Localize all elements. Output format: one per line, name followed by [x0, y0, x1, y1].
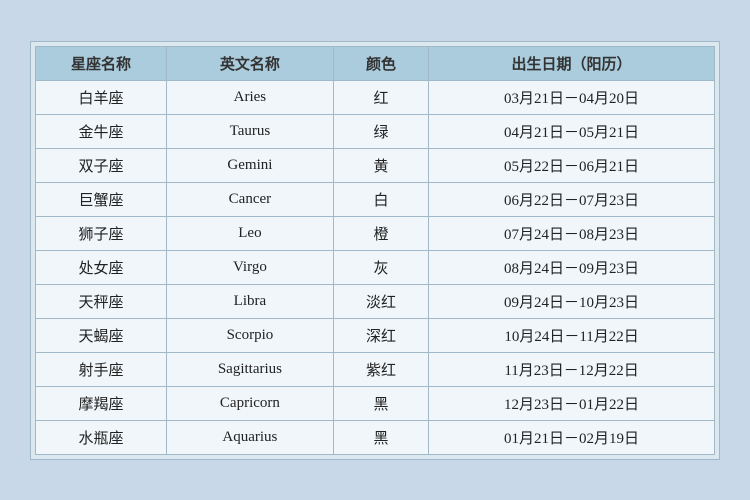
header-chinese-name: 星座名称	[36, 46, 167, 80]
cell-chinese-name: 水瓶座	[36, 420, 167, 454]
zodiac-table-container: 星座名称 英文名称 颜色 出生日期（阳历） 白羊座Aries红03月21日－04…	[30, 41, 720, 460]
cell-english-name: Virgo	[167, 250, 334, 284]
cell-english-name: Libra	[167, 284, 334, 318]
cell-color: 黄	[333, 148, 428, 182]
table-body: 白羊座Aries红03月21日－04月20日金牛座Taurus绿04月21日－0…	[36, 80, 715, 454]
table-row: 天秤座Libra淡红09月24日－10月23日	[36, 284, 715, 318]
cell-chinese-name: 天秤座	[36, 284, 167, 318]
table-row: 天蝎座Scorpio深红10月24日－11月22日	[36, 318, 715, 352]
cell-english-name: Aquarius	[167, 420, 334, 454]
cell-chinese-name: 白羊座	[36, 80, 167, 114]
header-english-name: 英文名称	[167, 46, 334, 80]
cell-english-name: Sagittarius	[167, 352, 334, 386]
cell-dates: 03月21日－04月20日	[429, 80, 715, 114]
table-row: 金牛座Taurus绿04月21日－05月21日	[36, 114, 715, 148]
table-row: 狮子座Leo橙07月24日－08月23日	[36, 216, 715, 250]
cell-dates: 12月23日－01月22日	[429, 386, 715, 420]
table-row: 摩羯座Capricorn黑12月23日－01月22日	[36, 386, 715, 420]
cell-color: 紫红	[333, 352, 428, 386]
cell-color: 黑	[333, 386, 428, 420]
cell-dates: 07月24日－08月23日	[429, 216, 715, 250]
cell-dates: 09月24日－10月23日	[429, 284, 715, 318]
table-header-row: 星座名称 英文名称 颜色 出生日期（阳历）	[36, 46, 715, 80]
cell-dates: 06月22日－07月23日	[429, 182, 715, 216]
cell-color: 白	[333, 182, 428, 216]
cell-color: 橙	[333, 216, 428, 250]
cell-color: 灰	[333, 250, 428, 284]
cell-chinese-name: 处女座	[36, 250, 167, 284]
cell-chinese-name: 巨蟹座	[36, 182, 167, 216]
cell-chinese-name: 金牛座	[36, 114, 167, 148]
cell-dates: 01月21日－02月19日	[429, 420, 715, 454]
cell-dates: 10月24日－11月22日	[429, 318, 715, 352]
cell-english-name: Capricorn	[167, 386, 334, 420]
cell-chinese-name: 双子座	[36, 148, 167, 182]
cell-english-name: Leo	[167, 216, 334, 250]
cell-english-name: Scorpio	[167, 318, 334, 352]
cell-chinese-name: 射手座	[36, 352, 167, 386]
cell-dates: 08月24日－09月23日	[429, 250, 715, 284]
cell-chinese-name: 摩羯座	[36, 386, 167, 420]
header-color: 颜色	[333, 46, 428, 80]
table-row: 巨蟹座Cancer白06月22日－07月23日	[36, 182, 715, 216]
table-row: 白羊座Aries红03月21日－04月20日	[36, 80, 715, 114]
table-row: 处女座Virgo灰08月24日－09月23日	[36, 250, 715, 284]
table-row: 水瓶座Aquarius黑01月21日－02月19日	[36, 420, 715, 454]
cell-color: 绿	[333, 114, 428, 148]
cell-chinese-name: 天蝎座	[36, 318, 167, 352]
cell-english-name: Taurus	[167, 114, 334, 148]
cell-color: 深红	[333, 318, 428, 352]
header-dates: 出生日期（阳历）	[429, 46, 715, 80]
zodiac-table: 星座名称 英文名称 颜色 出生日期（阳历） 白羊座Aries红03月21日－04…	[35, 46, 715, 455]
cell-color: 淡红	[333, 284, 428, 318]
cell-dates: 05月22日－06月21日	[429, 148, 715, 182]
cell-chinese-name: 狮子座	[36, 216, 167, 250]
cell-english-name: Aries	[167, 80, 334, 114]
table-row: 双子座Gemini黄05月22日－06月21日	[36, 148, 715, 182]
cell-dates: 11月23日－12月22日	[429, 352, 715, 386]
cell-color: 红	[333, 80, 428, 114]
table-row: 射手座Sagittarius紫红11月23日－12月22日	[36, 352, 715, 386]
cell-english-name: Gemini	[167, 148, 334, 182]
cell-english-name: Cancer	[167, 182, 334, 216]
cell-color: 黑	[333, 420, 428, 454]
cell-dates: 04月21日－05月21日	[429, 114, 715, 148]
